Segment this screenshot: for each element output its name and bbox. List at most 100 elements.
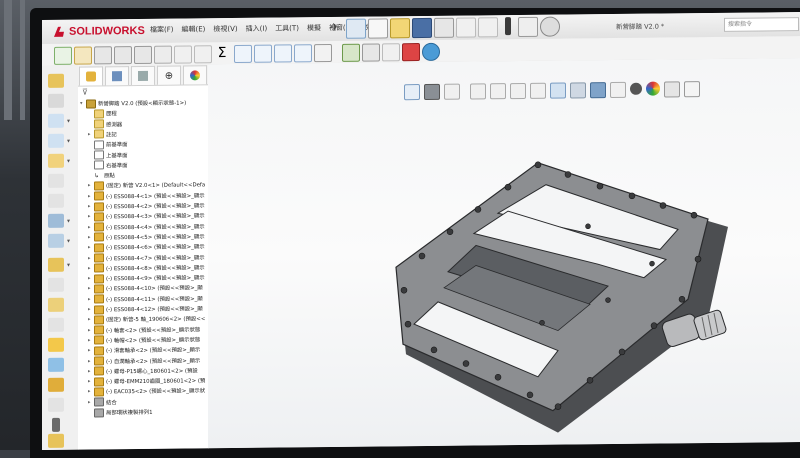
ds-logo-icon: [52, 25, 66, 39]
gear-icon[interactable]: [540, 17, 560, 37]
tree-item[interactable]: 右基準面: [88, 160, 128, 170]
tree-item-label: (-) 螺母-P15螺心_180601<2> (預設: [106, 366, 198, 375]
large-assembly-mode-icon[interactable]: [382, 43, 400, 61]
blue-globe-icon[interactable]: [422, 43, 440, 61]
undo-icon[interactable]: [456, 17, 476, 37]
draft-icon[interactable]: [48, 398, 64, 412]
open-folder-icon[interactable]: [390, 18, 410, 38]
smart-fasteners-icon[interactable]: [134, 46, 152, 64]
tree-item[interactable]: 局部環狀複製排列1: [88, 407, 153, 418]
new-motion-study-icon[interactable]: [254, 45, 272, 63]
display-manager-tab[interactable]: [183, 65, 207, 84]
chamfer-icon[interactable]: [48, 278, 64, 292]
tree-item-label: (-) ESS088-4<8> (預設<<預設>_顯示: [106, 263, 205, 272]
move-component-icon[interactable]: [154, 46, 172, 64]
pattern-icon[interactable]: [48, 298, 64, 312]
filter-icon[interactable]: ⊽: [78, 85, 208, 98]
tree-item[interactable]: ▸結合: [88, 397, 117, 407]
tree-item[interactable]: ↳原點: [88, 170, 115, 180]
plane-icon: [94, 150, 104, 159]
evaluate-icon[interactable]: [48, 434, 64, 448]
part-icon: [94, 356, 104, 365]
update-speedpak-icon[interactable]: [342, 44, 360, 62]
rectangle-icon[interactable]: [48, 134, 64, 148]
spline-icon[interactable]: [48, 194, 64, 208]
feature-manager-panel: ⊕ ⊽ ▾新營脚踏 V2.0 (預設<顯示狀態-1>)歷程感測器▸註記前基準面上…: [78, 64, 209, 449]
part-icon: [94, 377, 104, 386]
tree-item[interactable]: ▾新營脚踏 V2.0 (預設<顯示狀態-1>): [80, 97, 186, 108]
configuration-manager-tab[interactable]: [131, 66, 155, 85]
search-commands-input[interactable]: 搜索指令: [724, 17, 799, 32]
arc-icon[interactable]: [48, 174, 64, 188]
smart-dimension-icon[interactable]: [48, 94, 64, 108]
tree-item[interactable]: 前基準面: [88, 139, 128, 149]
menu-item[interactable]: 插入(I): [246, 24, 268, 34]
select-arrow-icon[interactable]: [478, 17, 498, 37]
checkmark-icon[interactable]: [54, 47, 72, 65]
pin-icon[interactable]: ✈: [330, 21, 339, 34]
insert-component-icon[interactable]: [74, 46, 92, 64]
menu-item[interactable]: 工具(T): [275, 23, 299, 33]
circle-icon[interactable]: [48, 154, 64, 168]
tree-item-label: (-) ESS088-4<6> (預設<<預設>_顯示: [106, 242, 205, 251]
tree-item[interactable]: ▸註記: [88, 129, 117, 139]
save-icon[interactable]: [412, 18, 432, 38]
revolve-icon[interactable]: [48, 234, 64, 248]
traffic-light-icon[interactable]: [505, 17, 511, 35]
part-icon: [94, 222, 104, 231]
mirror-icon[interactable]: [48, 318, 64, 332]
linear-pattern-icon[interactable]: [114, 46, 132, 64]
reference-geometry-icon[interactable]: [234, 45, 252, 63]
print-icon[interactable]: [434, 18, 454, 38]
tree-item-label: (固定) 新营-5 軸_190606<2> (預設<<: [106, 315, 205, 324]
part-icon: [94, 233, 104, 242]
shell-icon[interactable]: [48, 358, 64, 372]
tree-item[interactable]: 歷程: [88, 109, 117, 119]
tree-item[interactable]: 感測器: [88, 119, 122, 129]
rib-icon[interactable]: [48, 378, 64, 392]
line-icon[interactable]: [48, 114, 64, 128]
traffic-light-icon[interactable]: [52, 418, 60, 432]
mate-icon[interactable]: [94, 46, 112, 64]
background-shelf: [4, 0, 12, 120]
tree-item-label: (-) 自潤軸承<2> (預設<<預設>_顯示: [106, 356, 200, 365]
show-hidden-icon[interactable]: [174, 45, 192, 63]
hole-wizard-icon[interactable]: [48, 338, 64, 352]
tree-item[interactable]: ▸(-) EAC035<2> (預設<<預設>_顯示狀: [88, 386, 205, 397]
file-properties-icon[interactable]: [518, 17, 538, 37]
solidworks-window: SOLIDWORKS 檔案(F)編輯(E)檢視(V)插入(I)工具(T)模擬視窗…: [42, 12, 800, 450]
bill-of-materials-icon[interactable]: [274, 44, 292, 62]
assembly-icon: [86, 99, 96, 108]
feature-manager-tab[interactable]: [79, 66, 103, 85]
tree-item-label: (-) ESS088-4<5> (預設<<預設>_顯示: [106, 232, 205, 241]
menu-item[interactable]: 檔案(F): [150, 25, 174, 35]
tree-item-label: 新營脚踏 V2.0 (預設<顯示狀態-1>): [98, 98, 186, 107]
menu-item[interactable]: 編輯(E): [182, 24, 206, 34]
menu-item[interactable]: 檢視(V): [213, 24, 237, 34]
tree-item[interactable]: 上基準面: [88, 150, 128, 160]
assembly-features-icon[interactable]: [194, 45, 212, 63]
instant3d-icon[interactable]: [314, 44, 332, 62]
red-tool-icon[interactable]: [402, 43, 420, 61]
extrude-icon[interactable]: [48, 214, 64, 228]
pedal-model[interactable]: [208, 58, 800, 448]
sigma-icon[interactable]: Σ: [214, 45, 230, 61]
menu-item[interactable]: 模擬: [307, 23, 321, 33]
part-icon: [94, 315, 104, 324]
sketch-icon[interactable]: [48, 74, 64, 88]
fillet-icon[interactable]: [48, 258, 64, 272]
home-icon[interactable]: [346, 19, 366, 39]
take-snapshot-icon[interactable]: [362, 43, 380, 61]
folder-icon: [94, 130, 104, 139]
property-manager-tab[interactable]: [105, 66, 129, 85]
exploded-view-icon[interactable]: [294, 44, 312, 62]
dimxpert-tab[interactable]: ⊕: [157, 66, 181, 85]
part-icon: [94, 325, 104, 334]
tree-item-label: 局部環狀複製排列1: [106, 408, 153, 416]
tree-item-label: (-) ESS088-4<2> (預設<<預設>_顯示: [106, 201, 205, 210]
solidworks-logo[interactable]: SOLIDWORKS: [52, 23, 145, 40]
graphics-area[interactable]: [208, 58, 800, 448]
new-document-icon[interactable]: [368, 18, 388, 38]
part-icon: [94, 387, 104, 396]
part-icon: [94, 181, 104, 190]
